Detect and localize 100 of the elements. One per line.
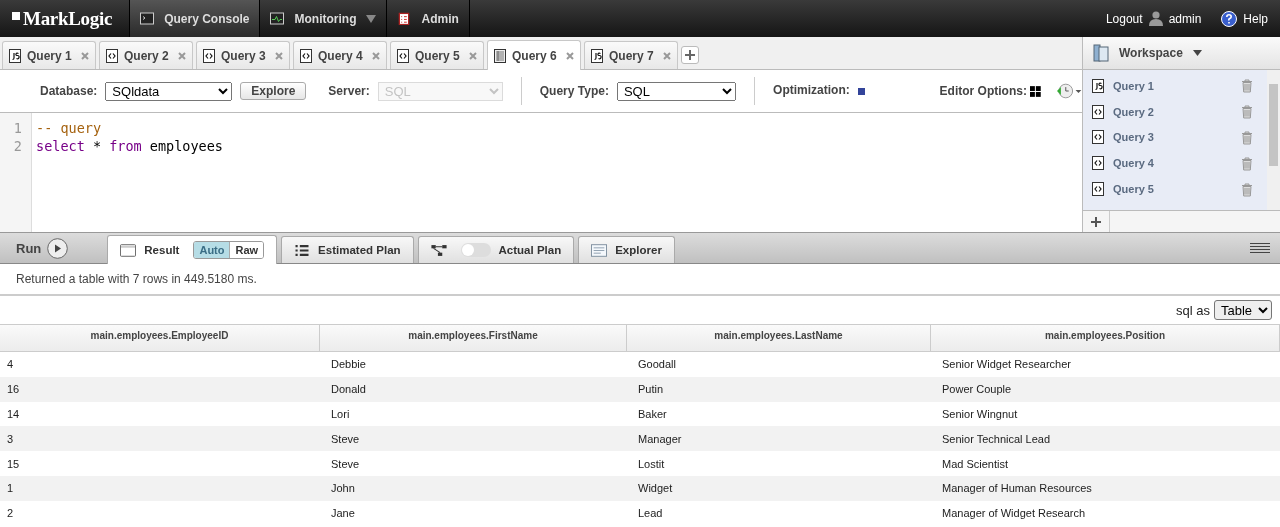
js-document-icon — [591, 48, 603, 63]
code-document-icon — [300, 48, 312, 63]
close-icon[interactable] — [178, 51, 186, 60]
table-cell: Putin — [627, 376, 931, 402]
grid-icon[interactable] — [1029, 85, 1041, 97]
nav-tab[interactable]: Query Console — [130, 0, 261, 37]
workspace-query[interactable]: Query 3 — [1113, 131, 1154, 144]
toggle-switch[interactable] — [460, 243, 491, 257]
logo: MarkLogic — [23, 7, 113, 30]
table-cell-text: Senior Widget Researcher — [941, 357, 1072, 373]
document-icon — [591, 243, 608, 257]
trash-icon[interactable] — [1241, 130, 1253, 145]
help-link[interactable]: Help — [1243, 11, 1268, 26]
column-header: main.employees.EmployeeID — [0, 324, 320, 352]
caret-icon — [366, 14, 377, 23]
workspace-query[interactable]: Query 4 — [1113, 157, 1154, 170]
query-tab[interactable]: Query 6 — [487, 40, 581, 70]
terminal-icon — [140, 12, 155, 25]
books-icon — [1093, 44, 1109, 62]
table-cell: Widget — [627, 476, 931, 501]
query-tab[interactable]: Query 7 — [584, 41, 678, 69]
database-label: Database: — [40, 84, 98, 98]
username: admin — [1168, 11, 1202, 26]
table-cell: Steve — [320, 426, 627, 452]
close-icon[interactable] — [566, 51, 574, 60]
result-tab[interactable]: Result Auto Raw — [107, 235, 278, 264]
optimization-level-icon[interactable] — [857, 87, 865, 95]
table-cell-text: Baker — [637, 407, 668, 422]
scrollbar[interactable] — [1267, 70, 1280, 210]
code-line: -- query — [36, 119, 103, 137]
editor-options-label: Editor Options: — [939, 84, 1027, 98]
code-document-icon — [203, 48, 215, 63]
optimization-label: Optimization: — [773, 82, 850, 97]
table-cell-text: Steve — [330, 456, 361, 472]
play-icon — [47, 237, 69, 259]
mode-toggle[interactable]: Raw — [229, 242, 264, 258]
trash-icon[interactable] — [1241, 104, 1253, 120]
table-cell: John — [320, 476, 627, 501]
plus-icon — [685, 50, 695, 60]
caret-icon[interactable] — [1192, 50, 1202, 56]
history-icon[interactable] — [1056, 83, 1082, 99]
code-document-icon — [1092, 156, 1104, 171]
table-cell-text: 2 — [6, 506, 15, 522]
close-icon[interactable] — [663, 51, 671, 60]
table-cell-text: Manager of Widget Research — [941, 506, 1087, 522]
query-tab[interactable]: Query 3 — [196, 41, 290, 69]
help-icon[interactable] — [1221, 10, 1238, 27]
result-tab[interactable]: Estimated Plan — [281, 236, 414, 263]
close-icon[interactable] — [469, 51, 477, 60]
table-cell-text: Jane — [330, 506, 356, 522]
window-icon — [120, 243, 137, 257]
table-cell: 1 — [0, 476, 320, 501]
table-cell-text: Lead — [637, 506, 664, 522]
format-label: sql as — [1176, 302, 1210, 318]
tree-icon — [430, 243, 447, 257]
clipboard-icon — [397, 12, 412, 25]
result-tab[interactable]: Explorer — [578, 236, 675, 263]
close-icon[interactable] — [81, 51, 89, 60]
code-line: select * from employees — [36, 137, 223, 155]
database-select[interactable]: SQldata — [105, 81, 233, 101]
menu-icon[interactable] — [1250, 243, 1270, 253]
query-tab[interactable]: Query 5 — [390, 41, 484, 69]
logout-link[interactable]: Logout — [1105, 11, 1143, 26]
table-cell-text: Lostit — [637, 456, 666, 472]
query-type-select[interactable]: SQL — [616, 81, 737, 101]
column-header: main.employees.Position — [931, 324, 1280, 352]
mode-toggle[interactable]: Auto — [194, 242, 230, 258]
workspace-query[interactable]: Query 5 — [1113, 183, 1154, 196]
explore-button[interactable]: Explore — [240, 82, 307, 100]
close-icon[interactable] — [275, 51, 283, 60]
query-tab[interactable]: Query 1 — [2, 41, 96, 69]
close-icon[interactable] — [372, 51, 380, 60]
table-cell-text: 4 — [6, 357, 15, 373]
table-cell: Senior Technical Lead — [931, 426, 1280, 452]
table-cell: Power Couple — [931, 376, 1280, 402]
result-tab[interactable]: Actual Plan — [417, 236, 575, 263]
add-tab-button[interactable] — [681, 46, 699, 64]
query-tab[interactable]: Query 2 — [99, 41, 193, 69]
code-document-icon — [1092, 182, 1104, 197]
workspace-query[interactable]: Query 1 — [1113, 79, 1154, 92]
table-cell-text: Lori — [330, 407, 351, 422]
code-document-icon — [1092, 130, 1104, 145]
user-icon — [1148, 11, 1163, 26]
workspace-menu[interactable]: Workspace — [1119, 46, 1183, 60]
trash-icon[interactable] — [1241, 78, 1253, 94]
trash-icon[interactable] — [1241, 155, 1253, 171]
run-button[interactable]: Run — [16, 237, 69, 259]
column-header: main.employees.LastName — [627, 324, 931, 352]
table-document-icon — [494, 48, 506, 63]
workspace-query[interactable]: Query 2 — [1113, 105, 1154, 118]
format-select[interactable]: Table — [1214, 300, 1272, 320]
js-document-icon — [1092, 78, 1104, 93]
js-document-icon — [9, 48, 21, 63]
query-type-label: Query Type: — [539, 84, 609, 98]
plus-icon — [1091, 216, 1101, 227]
trash-icon[interactable] — [1241, 181, 1253, 197]
server-label: Server: — [328, 84, 370, 98]
table-cell-text: Goodall — [637, 357, 677, 373]
chart-icon — [270, 12, 285, 25]
query-tab[interactable]: Query 4 — [293, 41, 387, 69]
